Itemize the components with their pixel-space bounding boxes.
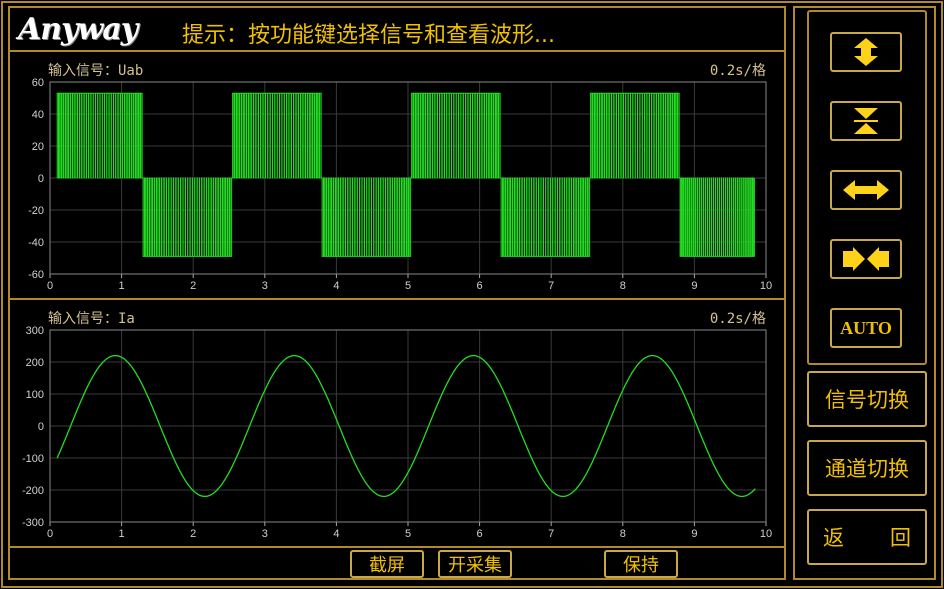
x-tick-label: 10 [760,528,772,540]
y-tick-label: -300 [22,517,44,529]
vertical-compress-button[interactable] [830,101,902,141]
horizontal-expand-button[interactable] [830,170,902,210]
x-tick-label: 3 [262,280,268,292]
anyway-logo: Anyway [18,12,138,47]
vertical-compress-icon [854,108,878,134]
x-tick-label: 2 [190,280,196,292]
x-tick-label: 0 [47,280,53,292]
y-tick-label: 40 [32,109,44,121]
y-tick-label: 60 [32,77,44,89]
x-tick-label: 3 [262,528,268,540]
vertical-expand-button[interactable] [830,32,902,72]
horizontal-expand-icon [843,180,889,200]
uab-chart: 0 1 2 3 4 5 6 7 8 9 10 60 40 20 0 -20 -40 -60 [28,77,772,292]
plot-uab: 输入信号：Uab 0.2s/格 0 1 2 3 4 5 6 7 8 9 10 60 40 20 0 -20 -4… [10,52,784,300]
x-tick-label: 6 [477,528,483,540]
horizontal-compress-icon [843,247,889,271]
bottom-bar: 截屏 开采集 保持 [10,548,784,580]
x-tick-label: 4 [333,528,339,540]
y-tick-label: -40 [28,237,44,249]
horizontal-compress-button[interactable] [830,239,902,279]
plot-ia: 输入信号：Ia 0.2s/格 0 1 2 3 4 5 6 7 8 9 10 300 200 100 0 -10… [10,300,784,548]
x-tick-label: 10 [760,280,772,292]
uab-trace [56,92,755,257]
y-tick-label: 300 [26,325,44,337]
title-bar: Anyway 提示：按功能键选择信号和查看波形... [10,8,784,52]
channel-switch-button[interactable]: 通道切换 [807,440,927,496]
x-tick-label: 5 [405,528,411,540]
hold-button[interactable]: 保持 [604,550,678,578]
screenshot-button[interactable]: 截屏 [350,550,424,578]
ia-chart: 0 1 2 3 4 5 6 7 8 9 10 300 200 100 0 -100 -200 -300 [22,325,772,540]
plot-signal-label: 输入信号：Uab [48,63,144,79]
back-button[interactable]: 返 回 [807,509,927,565]
y-tick-label: -100 [22,453,44,465]
x-tick-label: 1 [119,280,125,292]
y-tick-label: -60 [28,269,44,281]
y-tick-label: 0 [38,173,44,185]
x-tick-label: 1 [119,528,125,540]
x-tick-label: 0 [47,528,53,540]
y-tick-label: 20 [32,141,44,153]
vertical-expand-icon [854,38,878,66]
y-tick-label: -200 [22,485,44,497]
start-acquisition-button[interactable]: 开采集 [438,550,512,578]
plot-timebase: 0.2s/格 [709,311,766,327]
back-label-right: 回 [890,526,911,550]
x-tick-label: 7 [548,280,554,292]
x-tick-label: 8 [620,528,626,540]
y-tick-label: 0 [38,421,44,433]
x-tick-label: 9 [691,528,697,540]
plot-timebase: 0.2s/格 [709,63,766,79]
plot-signal-label: 输入信号：Ia [48,311,135,327]
hint-text: 提示：按功能键选择信号和查看波形... [182,23,555,48]
x-tick-label: 7 [548,528,554,540]
x-tick-label: 2 [190,528,196,540]
x-tick-label: 6 [477,280,483,292]
back-label-left: 返 [823,526,844,550]
y-tick-label: 200 [26,357,44,369]
x-tick-label: 9 [691,280,697,292]
auto-button[interactable]: AUTO [830,308,902,348]
x-tick-label: 4 [333,280,339,292]
signal-switch-button[interactable]: 信号切换 [807,371,927,427]
y-tick-label: -20 [28,205,44,217]
y-tick-label: 100 [26,389,44,401]
x-tick-label: 8 [620,280,626,292]
x-tick-label: 5 [405,280,411,292]
